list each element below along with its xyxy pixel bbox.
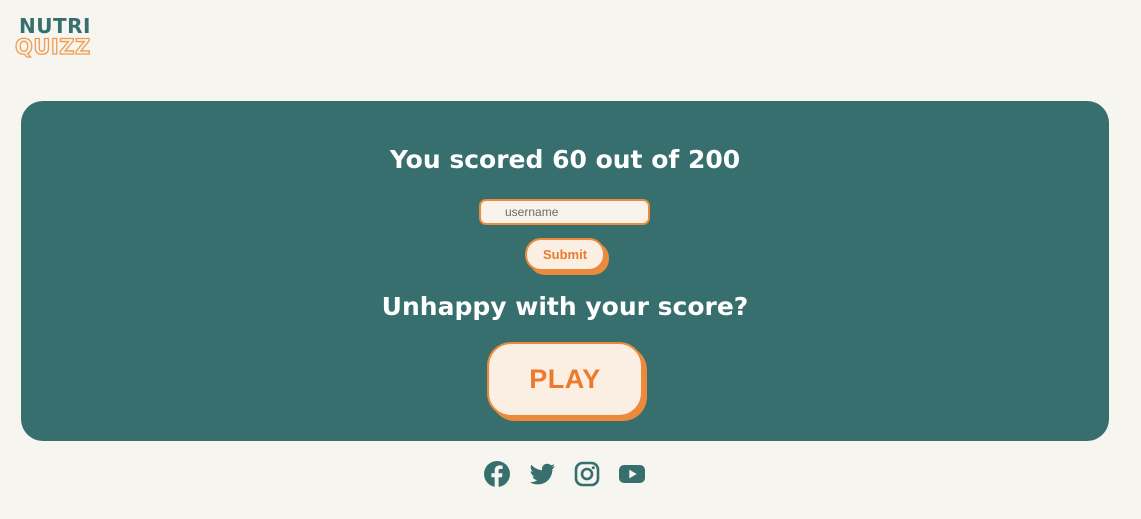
- retry-heading: Unhappy with your score?: [381, 292, 749, 321]
- nutriquizz-logo[interactable]: NUTRI QUIZZ: [14, 14, 91, 59]
- score-heading: You scored 60 out of 200: [389, 145, 741, 174]
- username-input[interactable]: [479, 199, 650, 225]
- submit-button[interactable]: Submit: [525, 238, 605, 271]
- youtube-link[interactable]: [618, 460, 646, 488]
- instagram-link[interactable]: [573, 460, 601, 488]
- facebook-link[interactable]: [483, 460, 511, 488]
- twitter-link[interactable]: [528, 460, 556, 488]
- twitter-icon: [529, 463, 555, 485]
- page: NUTRI QUIZZ You scored 60 out of 200 Sub…: [0, 0, 1141, 519]
- logo-line-nutri: NUTRI: [19, 14, 91, 38]
- instagram-icon: [574, 461, 600, 487]
- youtube-icon: [619, 465, 645, 483]
- score-card: You scored 60 out of 200 Submit Unhappy …: [21, 101, 1109, 441]
- play-button[interactable]: PLAY: [487, 342, 643, 417]
- social-links: [483, 460, 663, 488]
- facebook-icon: [484, 461, 510, 488]
- logo-line-quizz: QUIZZ: [14, 35, 91, 59]
